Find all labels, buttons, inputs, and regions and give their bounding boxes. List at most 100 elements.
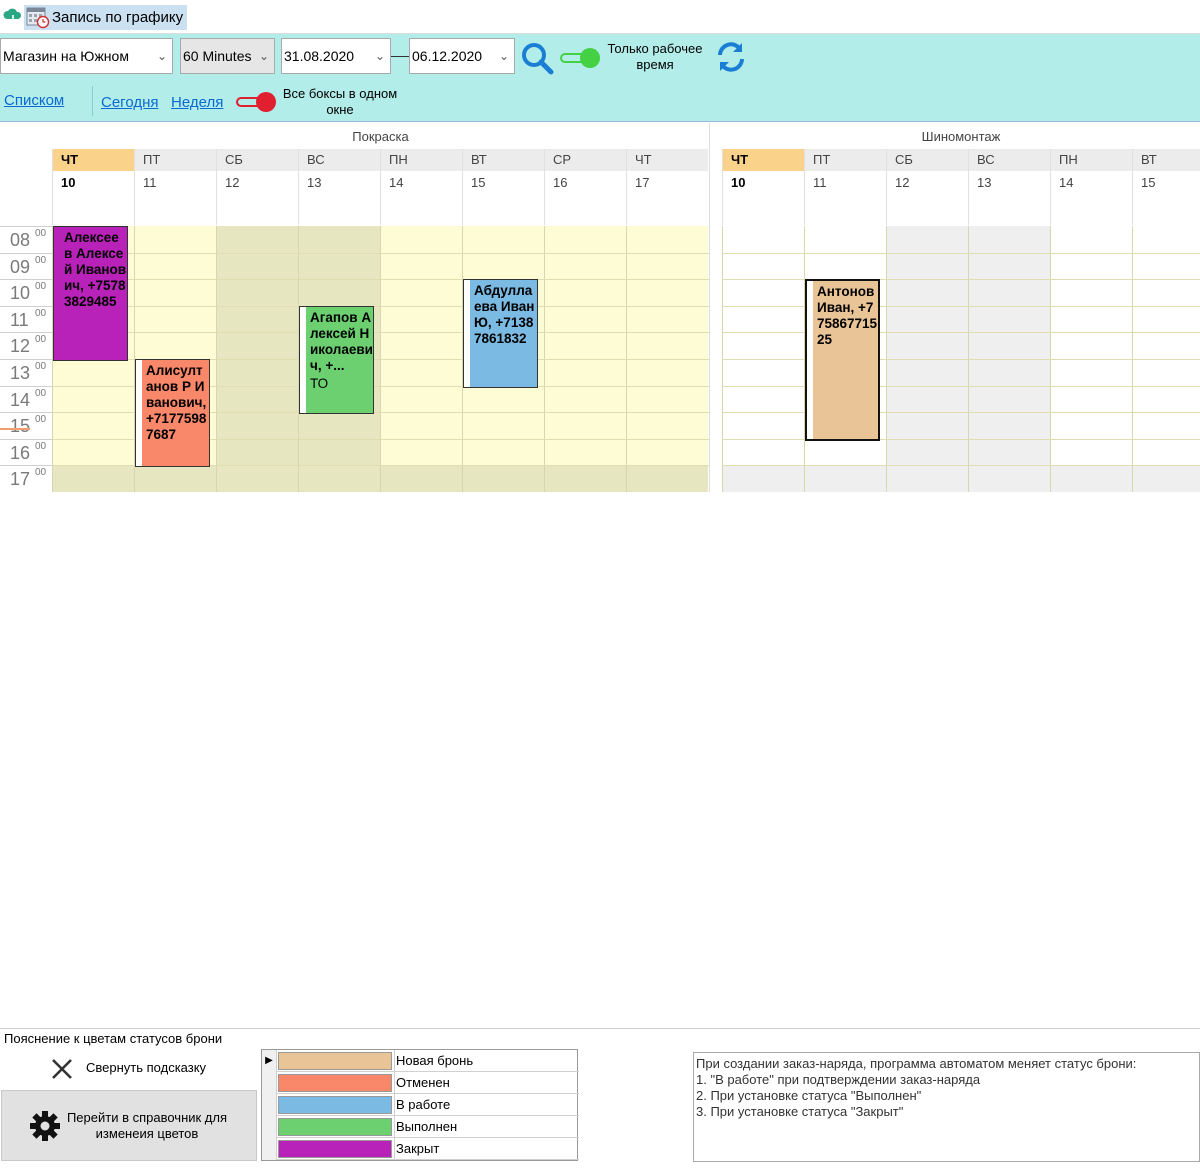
hour-gridline xyxy=(722,252,1200,254)
day-header[interactable]: ВС 13 xyxy=(968,149,1050,225)
time-minutes: 00 xyxy=(35,467,47,479)
interval-select[interactable]: 60 Minutes ⌄ xyxy=(180,38,275,74)
day-header[interactable]: СБ 12 xyxy=(886,149,968,225)
store-select[interactable]: Магазин на Южном ⌄ xyxy=(0,38,173,74)
day-name: ПН xyxy=(1051,149,1132,171)
day-header[interactable]: ЧТ 17 xyxy=(626,149,708,225)
day-name: ЧТ xyxy=(53,149,134,171)
hour-gridline xyxy=(722,305,1200,307)
status-color-swatch xyxy=(278,1140,392,1158)
date-from-value: 31.08.2020 xyxy=(284,48,355,64)
working-time-toggle[interactable] xyxy=(560,47,602,69)
legend-row[interactable]: Закрыт xyxy=(262,1138,579,1160)
resource-label: Шиномонтаж xyxy=(921,129,1001,144)
time-slot-label: 09 00 xyxy=(0,252,52,279)
day-number: 13 xyxy=(307,175,322,190)
resource-grid: Антонов Иван, +77586771525 xyxy=(722,226,1200,492)
time-minutes: 00 xyxy=(35,307,47,319)
day-header[interactable]: ВС 13 xyxy=(298,149,380,225)
booking-event[interactable]: Абдуллаева Иван Ю, +71387861832 xyxy=(463,279,538,388)
day-number: 13 xyxy=(977,175,992,190)
date-from-picker[interactable]: 31.08.2020 ⌄ xyxy=(281,38,391,74)
day-number: 11 xyxy=(813,175,827,190)
booking-event[interactable]: Агапов Алексей Николаевич, +... ТО xyxy=(299,305,374,415)
open-color-settings-button[interactable]: Перейти в справочник для изменеия цветов xyxy=(1,1090,257,1161)
day-header[interactable]: ПН 14 xyxy=(1050,149,1132,225)
day-header[interactable]: ПТ 11 xyxy=(134,149,216,225)
status-color-swatch xyxy=(278,1096,392,1114)
date-range-dash xyxy=(391,56,409,57)
legend-divider xyxy=(0,1028,1200,1029)
time-minutes: 00 xyxy=(35,414,47,426)
date-to-picker[interactable]: 06.12.2020 ⌄ xyxy=(409,38,515,74)
booking-text: Антонов Иван, +77586771525 xyxy=(817,284,878,348)
day-name: ПН xyxy=(381,149,462,171)
time-minutes: 00 xyxy=(35,387,47,399)
today-link[interactable]: Сегодня xyxy=(101,94,159,111)
day-name: ВС xyxy=(299,149,380,171)
row-selector xyxy=(262,1138,277,1160)
day-name: ВС xyxy=(969,149,1050,171)
legend-row[interactable]: ▶ Новая бронь xyxy=(262,1050,579,1072)
row-selector: ▶ xyxy=(262,1050,277,1072)
day-header[interactable]: СБ 12 xyxy=(216,149,298,225)
tab-schedule[interactable]: Запись по графику xyxy=(24,5,188,30)
booking-status-stripe xyxy=(136,360,142,467)
time-slot-label: 11 00 xyxy=(0,305,52,332)
legend-row[interactable]: Отменен xyxy=(262,1072,579,1094)
status-name: В работе xyxy=(396,1097,451,1112)
day-name: СБ xyxy=(217,149,298,171)
booking-text: Алисултанов Р Иванович, +71775987687 xyxy=(146,363,207,442)
list-view-link[interactable]: Списком xyxy=(4,92,64,109)
chevron-down-icon: ⌄ xyxy=(374,49,386,63)
day-header[interactable]: ПН 14 xyxy=(380,149,462,225)
chevron-down-icon: ⌄ xyxy=(156,49,168,63)
time-slot-label: 16 00 xyxy=(0,438,52,465)
cell-separator xyxy=(394,1116,395,1138)
time-slot-label: 17 00 xyxy=(0,465,52,491)
time-minutes: 00 xyxy=(35,254,47,266)
cell-separator xyxy=(394,1050,395,1072)
day-number: 16 xyxy=(553,175,568,190)
refresh-icon[interactable] xyxy=(714,40,748,74)
day-header[interactable]: ЧТ 10 xyxy=(722,149,804,225)
resource-label: Покраска xyxy=(352,129,409,144)
status-color-swatch xyxy=(278,1052,392,1070)
day-number: 14 xyxy=(389,175,404,190)
day-header[interactable]: ВТ 15 xyxy=(462,149,544,225)
legend-row[interactable]: В работе xyxy=(262,1094,579,1116)
all-boxes-toggle[interactable] xyxy=(236,91,278,113)
booking-event[interactable]: Алисултанов Р Иванович, +71775987687 xyxy=(135,359,210,468)
booking-text: Абдуллаева Иван Ю, +71387861832 xyxy=(474,283,535,347)
week-link[interactable]: Неделя xyxy=(171,94,223,111)
close-icon xyxy=(52,1059,72,1079)
resource-grid: Алексеев Алексей Иванович, +75783829485 А… xyxy=(52,226,709,492)
booking-event[interactable]: Алексеев Алексей Иванович, +75783829485 xyxy=(53,226,128,361)
status-name: Закрыт xyxy=(396,1141,440,1156)
day-name: ВТ xyxy=(463,149,544,171)
legend-row[interactable]: Выполнен xyxy=(262,1116,579,1138)
collapse-hint-button[interactable]: Свернуть подсказку xyxy=(0,1048,257,1088)
status-color-swatch xyxy=(278,1074,392,1092)
booking-event[interactable]: Антонов Иван, +77586771525 xyxy=(805,279,880,441)
note-line: 2. При установке статуса "Выполнен" xyxy=(696,1088,922,1103)
day-number: 15 xyxy=(471,175,486,190)
current-time-indicator xyxy=(0,428,30,430)
day-number: 11 xyxy=(143,175,157,190)
day-header[interactable]: ВТ 15 xyxy=(1132,149,1200,225)
time-hour: 09 xyxy=(10,256,31,277)
day-number: 14 xyxy=(1059,175,1074,190)
day-number: 15 xyxy=(1141,175,1156,190)
day-name: ЧТ xyxy=(627,149,708,171)
day-header[interactable]: СР 16 xyxy=(544,149,626,225)
schedule-calendar: 08 00 09 00 10 00 11 00 12 00 13 00 14 00 15 00 16 00 17 00… xyxy=(0,123,1200,492)
store-value: Магазин на Южном xyxy=(3,48,129,64)
day-header[interactable]: ЧТ 10 xyxy=(52,149,134,225)
hour-gridline xyxy=(52,252,709,254)
search-icon[interactable] xyxy=(519,40,555,76)
cell-separator xyxy=(394,1138,395,1160)
status-color-swatch xyxy=(278,1118,392,1136)
day-number: 12 xyxy=(895,175,910,190)
time-hour: 14 xyxy=(10,389,31,410)
day-header[interactable]: ПТ 11 xyxy=(804,149,886,225)
